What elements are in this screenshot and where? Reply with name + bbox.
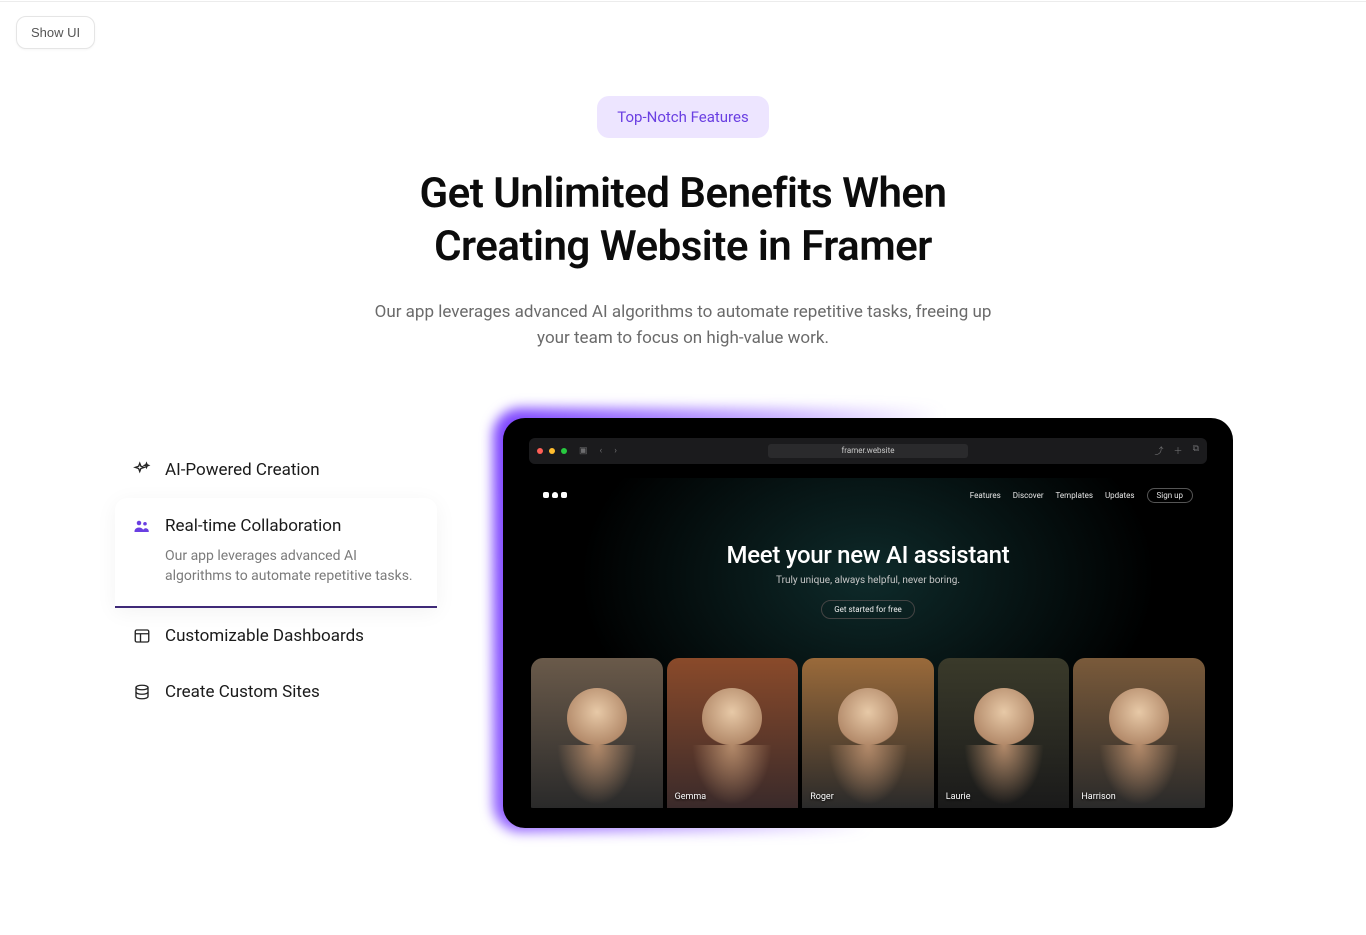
traffic-light-min-icon	[549, 448, 555, 454]
tab-label: AI-Powered Creation	[165, 460, 320, 480]
nav-link: Discover	[1013, 491, 1044, 500]
traffic-light-max-icon	[561, 448, 567, 454]
nav-back-icon: ‹	[600, 446, 603, 456]
browser-chrome: ▣ ‹ › framer.website ⤴ ＋ ⧉	[529, 438, 1207, 464]
avatar-card	[531, 658, 663, 808]
plus-icon: ＋	[1174, 444, 1183, 457]
preview-cta-button: Get started for free	[821, 600, 915, 619]
preview-hero-title: Meet your new AI assistant	[529, 541, 1207, 569]
avatar-card: Roger	[802, 658, 934, 808]
nav-forward-icon: ›	[614, 446, 617, 456]
people-row: Gemma Roger Laurie Harrison	[529, 658, 1207, 808]
sparkle-icon	[133, 461, 151, 479]
page-title-line2: Creating Website in Framer	[434, 222, 932, 271]
tabs-icon: ⧉	[1193, 444, 1199, 457]
sidebar-toggle-icon: ▣	[579, 446, 588, 456]
tab-label: Real-time Collaboration	[165, 516, 341, 536]
site-nav: Features Discover Templates Updates Sign…	[970, 488, 1193, 503]
top-divider	[0, 1, 1366, 2]
avatar-card: Harrison	[1073, 658, 1205, 808]
show-ui-button[interactable]: Show UI	[16, 16, 95, 49]
site-logo	[543, 492, 567, 498]
nav-link: Features	[970, 491, 1001, 500]
nav-link: Templates	[1056, 491, 1093, 500]
preview-window: ▣ ‹ › framer.website ⤴ ＋ ⧉ Features	[503, 418, 1233, 828]
preview-hero-subtitle: Truly unique, always helpful, never bori…	[529, 575, 1207, 586]
tab-label: Customizable Dashboards	[165, 626, 364, 646]
avatar-name: Harrison	[1081, 792, 1115, 802]
people-icon	[133, 517, 151, 535]
avatar-name: Roger	[810, 792, 834, 802]
page-title: Get Unlimited Benefits When Creating Web…	[133, 168, 1233, 273]
avatar-name: Laurie	[946, 792, 971, 802]
database-icon	[133, 683, 151, 701]
avatar-card: Gemma	[667, 658, 799, 808]
url-display: framer.website	[768, 444, 968, 458]
avatar-name: Gemma	[675, 792, 707, 802]
tab-description: Our app leverages advanced AI algorithms…	[165, 546, 419, 587]
page-subtitle: Our app leverages advanced AI algorithms…	[363, 299, 1003, 352]
tab-customizable-dashboards[interactable]: Customizable Dashboards	[133, 608, 437, 664]
traffic-light-close-icon	[537, 448, 543, 454]
nav-link: Updates	[1105, 491, 1135, 500]
feature-tabs: AI-Powered Creation Real-time Collaborat…	[133, 412, 437, 721]
signup-button: Sign up	[1147, 488, 1194, 503]
page-title-line1: Get Unlimited Benefits When	[419, 169, 946, 218]
eyebrow-badge: Top-Notch Features	[597, 96, 768, 138]
preview-site: Features Discover Templates Updates Sign…	[529, 478, 1207, 808]
layout-icon	[133, 627, 151, 645]
avatar-card: Laurie	[938, 658, 1070, 808]
tab-real-time-collaboration[interactable]: Real-time Collaboration Our app leverage…	[115, 498, 437, 609]
preview-panel: ▣ ‹ › framer.website ⤴ ＋ ⧉ Features	[497, 412, 1233, 828]
tab-ai-powered-creation[interactable]: AI-Powered Creation	[133, 442, 437, 498]
tab-create-custom-sites[interactable]: Create Custom Sites	[133, 664, 437, 720]
share-icon: ⤴	[1155, 444, 1164, 457]
tab-label: Create Custom Sites	[165, 682, 320, 702]
